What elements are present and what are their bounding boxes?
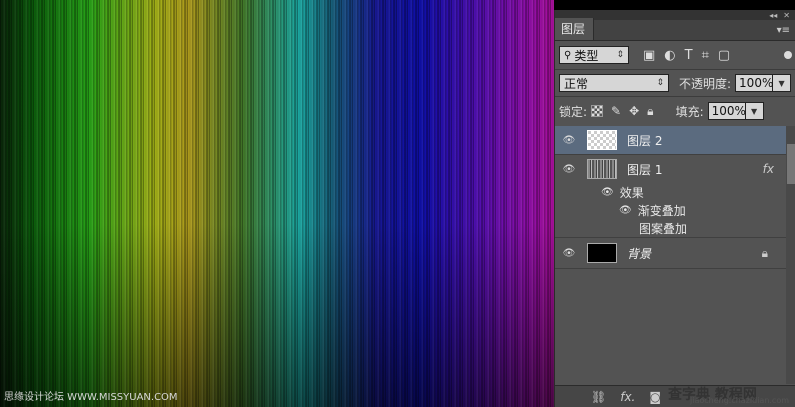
lock-all-icon[interactable]: 🔒︎ [647, 104, 653, 119]
chevron-updown-icon: ⇕ [616, 50, 624, 60]
layer-row-layer1[interactable]: 👁︎ 图层 1 fx [555, 155, 795, 183]
panel-tab-row: 图层 ▾≡ [555, 18, 795, 41]
opacity-input[interactable]: 100% [735, 74, 773, 92]
lock-label: 锁定: [559, 104, 588, 119]
filter-kind-label: 类型 [574, 48, 599, 63]
blend-mode-select[interactable]: 正常 ⇕ [559, 74, 669, 92]
layer-list: 👁︎ 图层 2 👁︎ 图层 1 fx 👁︎ 效果 👁︎ 渐变叠加 图案叠加 👁︎… [555, 126, 795, 384]
mask-icon[interactable]: ◙ [649, 390, 661, 404]
chevron-updown-icon: ⇕ [656, 78, 664, 88]
lock-transparency-icon[interactable] [591, 105, 604, 117]
lock-position-icon[interactable]: ✥ [629, 104, 639, 118]
image-canvas[interactable] [0, 0, 554, 407]
search-icon: ⚲ [564, 49, 572, 61]
opacity-label: 不透明度: [679, 76, 732, 91]
collapse-icon[interactable]: ◂◂ [769, 11, 777, 20]
lock-icon: 🔒︎ [761, 245, 768, 260]
canvas-top-strip [554, 0, 795, 10]
layer-thumbnail [587, 130, 617, 150]
fill-label: 填充: [675, 104, 704, 119]
adjustment-filter-icon[interactable]: ◐ [664, 48, 675, 63]
layer-row-background[interactable]: 👁︎ 背景 🔒︎ [555, 238, 795, 269]
effect-name: 图案叠加 [639, 221, 688, 236]
eye-icon[interactable]: 👁︎ [619, 205, 632, 216]
fx-icon[interactable]: fx [763, 162, 774, 176]
type-filter-icon[interactable]: T [685, 48, 693, 63]
fx-icon[interactable]: fx. [620, 390, 635, 404]
fill-dropdown-icon[interactable]: ▼ [745, 102, 764, 120]
panel-menu-icon[interactable]: ▾≡ [777, 25, 790, 36]
opacity-dropdown-icon[interactable]: ▼ [773, 74, 792, 92]
blend-row: 正常 ⇕ 不透明度: 100% ▼ [555, 70, 795, 96]
tab-layers[interactable]: 图层 [555, 18, 595, 40]
smartobject-filter-icon[interactable]: ▢ [718, 48, 730, 63]
effect-row-pattern[interactable]: 图案叠加 [555, 219, 795, 238]
filter-kind-select[interactable]: ⚲ 类型 ⇕ [559, 46, 629, 64]
layer-name[interactable]: 图层 1 [627, 161, 662, 178]
layers-panel: ◂◂ ✕ 图层 ▾≡ ⚲ 类型 ⇕ ▣ ◐ T ⌗ ▢ 正常 ⇕ 不透明度: 1… [554, 10, 795, 407]
fill-input[interactable]: 100% [707, 102, 746, 120]
eye-icon[interactable]: 👁︎ [601, 187, 614, 198]
close-icon[interactable]: ✕ [783, 11, 790, 20]
eye-icon[interactable]: 👁︎ [555, 164, 583, 175]
image-filter-icon[interactable]: ▣ [643, 48, 655, 63]
lock-row: 锁定: ✎ ✥ 🔒︎ 填充: 100% ▼ [555, 97, 795, 125]
filter-row: ⚲ 类型 ⇕ ▣ ◐ T ⌗ ▢ [555, 41, 795, 69]
effect-row-gradient[interactable]: 👁︎ 渐变叠加 [555, 201, 795, 219]
layer-thumbnail [587, 159, 617, 179]
watermark-left: 思缘设计论坛 WWW.MISSYUAN.COM [4, 392, 178, 403]
eye-icon[interactable]: 👁︎ [555, 135, 583, 146]
watermark-right-url: jiaocheng.chazidian.com [690, 396, 790, 405]
scrollbar-thumb[interactable] [787, 144, 795, 184]
effect-name: 渐变叠加 [637, 203, 686, 218]
effects-label: 效果 [619, 185, 644, 200]
effects-row[interactable]: 👁︎ 效果 [555, 183, 795, 201]
layer-thumbnail [587, 243, 617, 263]
lock-paint-icon[interactable]: ✎ [611, 104, 621, 118]
layer-list-scrollbar[interactable] [786, 126, 795, 384]
blend-mode-label: 正常 [564, 76, 589, 91]
link-icon[interactable]: ⛓︎ [591, 390, 606, 404]
shape-filter-icon[interactable]: ⌗ [702, 48, 709, 63]
filter-toggle-icon[interactable] [784, 51, 792, 59]
layer-name[interactable]: 背景 [627, 245, 651, 262]
layer-name[interactable]: 图层 2 [627, 132, 662, 149]
layer-row-layer2[interactable]: 👁︎ 图层 2 [555, 126, 795, 155]
eye-icon[interactable]: 👁︎ [555, 248, 583, 259]
